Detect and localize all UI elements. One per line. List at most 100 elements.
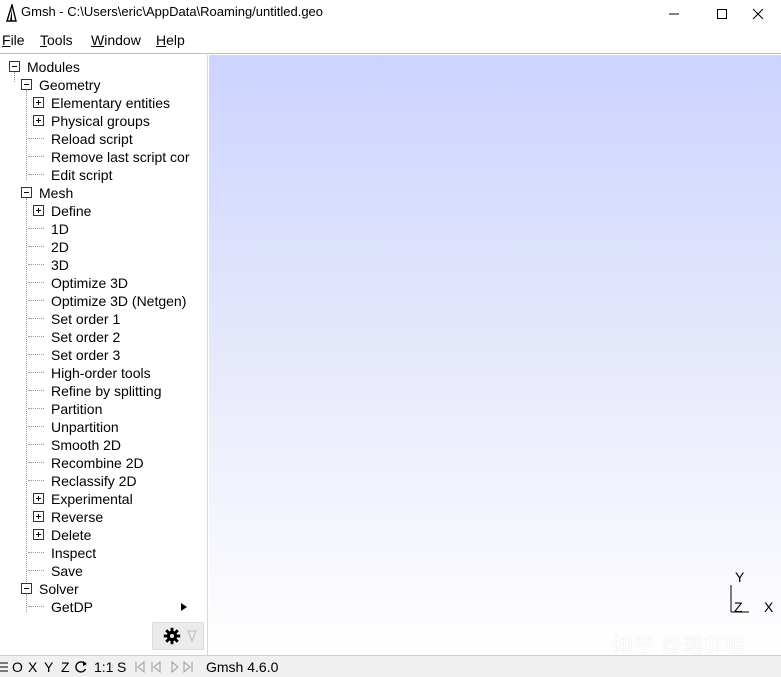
tree-item-mesh-10[interactable]: Refine by splitting (0, 382, 207, 400)
minimize-button[interactable] (651, 0, 697, 28)
tree-item-geometry-1[interactable]: Physical groups (0, 112, 207, 130)
arrow-right-icon (181, 603, 187, 611)
close-button[interactable] (735, 0, 781, 28)
tree-item-geometry-3[interactable]: Remove last script cor (0, 148, 207, 166)
tree-item-label: Geometry (39, 77, 101, 93)
tree-item-label: Solver (39, 581, 79, 597)
tree-item-solver[interactable]: Solver (0, 580, 207, 598)
collapse-icon[interactable] (21, 187, 32, 198)
tree-item-label: Optimize 3D (51, 275, 129, 291)
gear-menu-button[interactable] (152, 622, 204, 650)
view-x-button[interactable]: X (28, 659, 37, 675)
expand-icon[interactable] (33, 511, 44, 522)
menu-file[interactable]: File (2, 32, 25, 49)
status-menu-icon[interactable] (0, 662, 8, 672)
menu-tools-mnemonic: T (40, 32, 47, 48)
tree-item-mesh[interactable]: Mesh (0, 184, 207, 202)
expand-icon[interactable] (33, 493, 44, 504)
tree-connector (28, 174, 44, 175)
tree-item-geometry-4[interactable]: Edit script (0, 166, 207, 184)
tree-connector (28, 264, 44, 265)
close-icon (752, 8, 764, 20)
gear-icon (163, 627, 181, 645)
tree-item-geometry[interactable]: Geometry (0, 76, 207, 94)
tree-connector (28, 156, 44, 157)
tree-item-mesh-13[interactable]: Smooth 2D (0, 436, 207, 454)
graphic-window[interactable]: Y Z X 知乎 @迦非喵 (209, 55, 781, 657)
tree-connector (28, 462, 44, 463)
tree-item-mesh-20[interactable]: Save (0, 562, 207, 580)
expand-icon[interactable] (33, 205, 44, 216)
tree-item-mesh-5[interactable]: Optimize 3D (Netgen) (0, 292, 207, 310)
axis-x-label: X (764, 599, 774, 615)
tree-item-label: Delete (51, 527, 92, 543)
tree-item-mesh-6[interactable]: Set order 1 (0, 310, 207, 328)
tree-item-label: Reload script (51, 131, 133, 147)
tree-item-label: Modules (27, 59, 80, 75)
minimize-icon (669, 13, 679, 15)
tree-item-mesh-11[interactable]: Partition (0, 400, 207, 418)
scale-button[interactable]: 1:1 (94, 659, 113, 675)
tree-item-mesh-1[interactable]: 1D (0, 220, 207, 238)
collapse-icon[interactable] (21, 583, 32, 594)
chevron-down-icon (187, 630, 197, 642)
tree-connector (28, 426, 44, 427)
tree-connector (28, 138, 44, 139)
menu-file-label: ile (10, 32, 25, 48)
view-y-button[interactable]: Y (44, 659, 53, 675)
tree-item-mesh-2[interactable]: 2D (0, 238, 207, 256)
s-button[interactable]: S (117, 659, 126, 675)
collapse-icon[interactable] (9, 61, 20, 72)
animation-nav-icons (135, 661, 193, 673)
expand-icon[interactable] (33, 529, 44, 540)
menu-tools[interactable]: Tools (40, 32, 73, 49)
menu-help[interactable]: Help (156, 32, 185, 49)
tree-item-label: Reclassify 2D (51, 473, 137, 489)
tree-item-mesh-3[interactable]: 3D (0, 256, 207, 274)
status-bar: O X Y Z 1:1 S Gmsh 4.6.0 (0, 655, 781, 677)
tree-item-mesh-17[interactable]: Reverse (0, 508, 207, 526)
tree-item-mesh-4[interactable]: Optimize 3D (0, 274, 207, 292)
watermark-text: 知乎 @迦非喵 (613, 635, 746, 657)
tree-item-label: 3D (51, 257, 69, 273)
menu-file-mnemonic: F (2, 32, 11, 48)
collapse-icon[interactable] (21, 79, 32, 90)
tree-item-mesh-15[interactable]: Reclassify 2D (0, 472, 207, 490)
tree-item-label: Experimental (51, 491, 133, 507)
tree-item-mesh-7[interactable]: Set order 2 (0, 328, 207, 346)
menu-window[interactable]: Window (91, 32, 141, 49)
view-z-button[interactable]: Z (61, 659, 70, 675)
view-o-button[interactable]: O (12, 659, 23, 675)
tree-connector (28, 300, 44, 301)
window-title: Gmsh - C:\Users\eric\AppData\Roaming/unt… (21, 4, 324, 19)
tree-connector (28, 408, 44, 409)
tree-connector (28, 246, 44, 247)
tree-connector (28, 390, 44, 391)
tree-item-geometry-2[interactable]: Reload script (0, 130, 207, 148)
tree-item-solver-0[interactable]: GetDP (0, 598, 207, 616)
tree-item-mesh-9[interactable]: High-order tools (0, 364, 207, 382)
tree-connector (28, 570, 44, 571)
tree-item-label: High-order tools (51, 365, 151, 381)
tree-connector (28, 318, 44, 319)
tree-item-mesh-0[interactable]: Define (0, 202, 207, 220)
tree-item-label: Optimize 3D (Netgen) (51, 293, 187, 309)
tree-item-mesh-19[interactable]: Inspect (0, 544, 207, 562)
tree-item-mesh-16[interactable]: Experimental (0, 490, 207, 508)
rotate-icon[interactable] (74, 660, 88, 674)
axis-y-label: Y (735, 569, 745, 585)
expand-icon[interactable] (33, 115, 44, 126)
menu-bar: File Tools Window Help (0, 28, 781, 54)
tree-item-mesh-14[interactable]: Recombine 2D (0, 454, 207, 472)
tree-item-label: Edit script (51, 167, 113, 183)
tree-item-mesh-18[interactable]: Delete (0, 526, 207, 544)
tree-item-modules[interactable]: Modules (0, 58, 207, 76)
tree-item-mesh-12[interactable]: Unpartition (0, 418, 207, 436)
tree-item-geometry-0[interactable]: Elementary entities (0, 94, 207, 112)
tree-item-mesh-8[interactable]: Set order 3 (0, 346, 207, 364)
tree-connector (28, 480, 44, 481)
tree-item-label: 1D (51, 221, 69, 237)
axis-z-label: Z (734, 599, 743, 615)
tree-item-label: Refine by splitting (51, 383, 162, 399)
expand-icon[interactable] (33, 97, 44, 108)
